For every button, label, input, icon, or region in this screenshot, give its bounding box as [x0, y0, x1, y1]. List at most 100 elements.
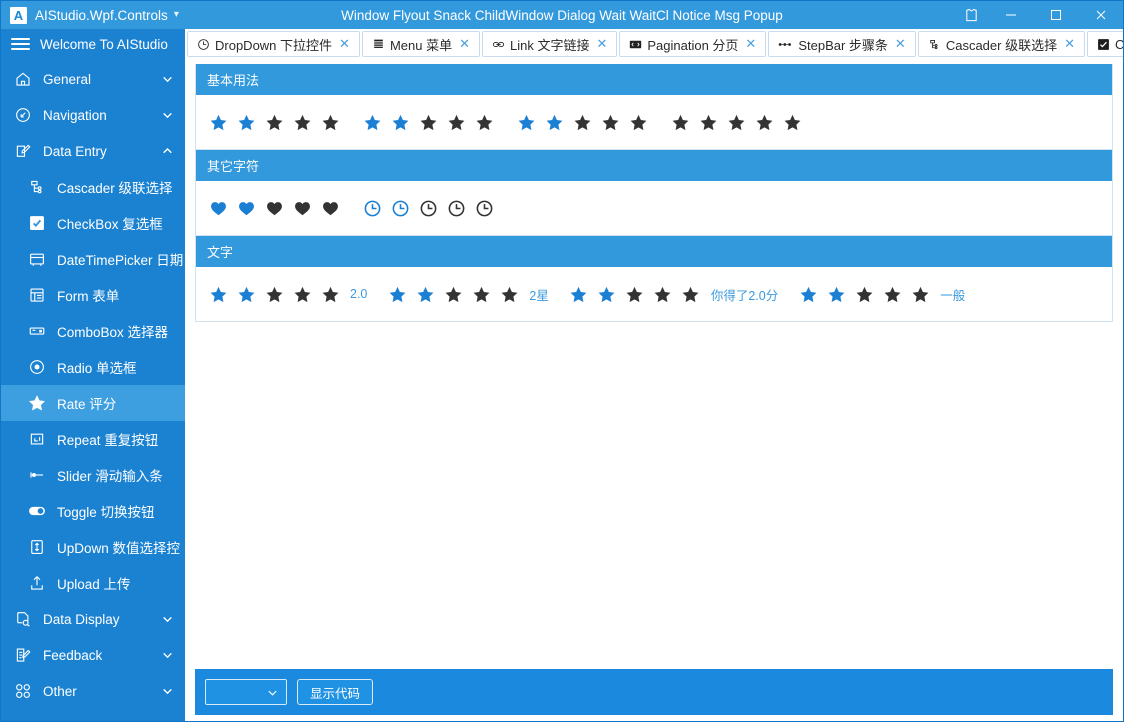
rate-control[interactable]: 一般	[798, 284, 971, 304]
tab-close-icon[interactable]: ✕	[339, 38, 350, 51]
star-icon[interactable]	[572, 112, 592, 132]
clock-icon[interactable]	[418, 198, 438, 218]
star-icon[interactable]	[236, 112, 256, 132]
rate-control[interactable]	[516, 112, 656, 132]
star-icon[interactable]	[471, 284, 491, 304]
rate-control[interactable]: 2星	[387, 284, 554, 304]
chevron-up-icon[interactable]	[161, 146, 173, 157]
tab-close-icon[interactable]: ✕	[1064, 38, 1075, 51]
tab-2[interactable]: Link 文字链接 ✕	[481, 31, 618, 57]
star-icon[interactable]	[443, 284, 463, 304]
sidebar-item-1[interactable]: Navigation	[1, 97, 185, 133]
star-icon[interactable]	[544, 112, 564, 132]
sidebar-item-4[interactable]: CheckBox 复选框	[1, 205, 185, 241]
heart-icon[interactable]	[236, 198, 256, 218]
sidebar-item-11[interactable]: Slider 滑动输入条	[1, 457, 185, 493]
rate-control[interactable]	[362, 198, 502, 218]
sidebar-item-2[interactable]: Data Entry	[1, 133, 185, 169]
star-icon[interactable]	[882, 284, 902, 304]
star-icon[interactable]	[208, 112, 228, 132]
rate-control[interactable]: 你得了2.0分	[569, 284, 784, 304]
star-icon[interactable]	[798, 284, 818, 304]
heart-icon[interactable]	[264, 198, 284, 218]
star-icon[interactable]	[625, 284, 645, 304]
hamburger-icon[interactable]	[11, 38, 30, 50]
maximize-button[interactable]	[1033, 1, 1078, 29]
star-icon[interactable]	[854, 284, 874, 304]
sidebar-item-6[interactable]: Form 表单	[1, 277, 185, 313]
star-icon[interactable]	[292, 112, 312, 132]
star-icon[interactable]	[320, 112, 340, 132]
brand-area[interactable]: A AIStudio.Wpf.Controls ▾	[1, 6, 179, 24]
tab-4[interactable]: StepBar 步骤条 ✕	[768, 31, 916, 57]
tab-close-icon[interactable]: ✕	[895, 38, 906, 51]
tab-1[interactable]: Menu 菜单 ✕	[361, 31, 480, 57]
clock-icon[interactable]	[390, 198, 410, 218]
star-icon[interactable]	[782, 112, 802, 132]
star-icon[interactable]	[698, 112, 718, 132]
sidebar-item-8[interactable]: Radio 单选框	[1, 349, 185, 385]
sidebar-item-16[interactable]: Feedback	[1, 637, 185, 673]
sidebar-item-15[interactable]: Data Display	[1, 601, 185, 637]
tab-6[interactable]: Checkl	[1086, 31, 1123, 57]
sidebar-item-17[interactable]: Other	[1, 673, 185, 709]
show-code-button[interactable]: 显示代码	[297, 679, 374, 705]
sidebar-item-3[interactable]: Cascader 级联选择	[1, 169, 185, 205]
star-icon[interactable]	[754, 112, 774, 132]
close-button[interactable]	[1078, 1, 1123, 29]
sidebar-item-13[interactable]: UpDown 数值选择控	[1, 529, 185, 565]
star-icon[interactable]	[390, 112, 410, 132]
star-icon[interactable]	[292, 284, 312, 304]
chevron-down-icon[interactable]: ▾	[174, 10, 179, 20]
chevron-down-icon[interactable]	[161, 650, 173, 661]
minimize-button[interactable]	[988, 1, 1033, 29]
tab-close-icon[interactable]: ✕	[596, 38, 607, 51]
star-icon[interactable]	[236, 284, 256, 304]
rate-control[interactable]	[208, 198, 348, 218]
tab-5[interactable]: Cascader 级联选择 ✕	[917, 31, 1085, 57]
chevron-down-icon[interactable]	[161, 686, 173, 697]
star-icon[interactable]	[681, 284, 701, 304]
sidebar-item-14[interactable]: Upload 上传	[1, 565, 185, 601]
sidebar-item-5[interactable]: DateTimePicker 日期	[1, 241, 185, 277]
clock-icon[interactable]	[474, 198, 494, 218]
sidebar-item-9[interactable]: Rate 评分	[1, 385, 185, 421]
rate-control[interactable]: 2.0	[208, 284, 373, 304]
clock-icon[interactable]	[446, 198, 466, 218]
heart-icon[interactable]	[292, 198, 312, 218]
example-select[interactable]	[205, 679, 287, 705]
star-icon[interactable]	[826, 284, 846, 304]
star-icon[interactable]	[597, 284, 617, 304]
star-icon[interactable]	[474, 112, 494, 132]
heart-icon[interactable]	[208, 198, 228, 218]
window-menu-title-text[interactable]: Window Flyout Snack ChildWindow Dialog W…	[341, 8, 783, 23]
star-icon[interactable]	[208, 284, 228, 304]
star-icon[interactable]	[516, 112, 536, 132]
star-icon[interactable]	[418, 112, 438, 132]
star-icon[interactable]	[499, 284, 519, 304]
tab-3[interactable]: Pagination 分页 ✕	[619, 31, 767, 57]
sidebar-item-7[interactable]: ComboBox 选择器	[1, 313, 185, 349]
rate-control[interactable]	[670, 112, 810, 132]
sidebar-item-12[interactable]: Toggle 切换按钮	[1, 493, 185, 529]
shirt-icon[interactable]	[954, 1, 988, 29]
sidebar-item-0[interactable]: General	[1, 61, 185, 97]
tab-0[interactable]: DropDown 下拉控件 ✕	[187, 31, 360, 57]
star-icon[interactable]	[320, 284, 340, 304]
sidebar-item-10[interactable]: Repeat 重复按钮	[1, 421, 185, 457]
star-icon[interactable]	[569, 284, 589, 304]
star-icon[interactable]	[726, 112, 746, 132]
star-icon[interactable]	[387, 284, 407, 304]
chevron-down-icon[interactable]	[161, 74, 173, 85]
tab-close-icon[interactable]: ✕	[745, 38, 756, 51]
star-icon[interactable]	[628, 112, 648, 132]
star-icon[interactable]	[415, 284, 435, 304]
star-icon[interactable]	[264, 284, 284, 304]
star-icon[interactable]	[362, 112, 382, 132]
tab-close-icon[interactable]: ✕	[459, 38, 470, 51]
chevron-down-icon[interactable]	[161, 614, 173, 625]
clock-icon[interactable]	[362, 198, 382, 218]
heart-icon[interactable]	[320, 198, 340, 218]
star-icon[interactable]	[446, 112, 466, 132]
rate-control[interactable]	[362, 112, 502, 132]
